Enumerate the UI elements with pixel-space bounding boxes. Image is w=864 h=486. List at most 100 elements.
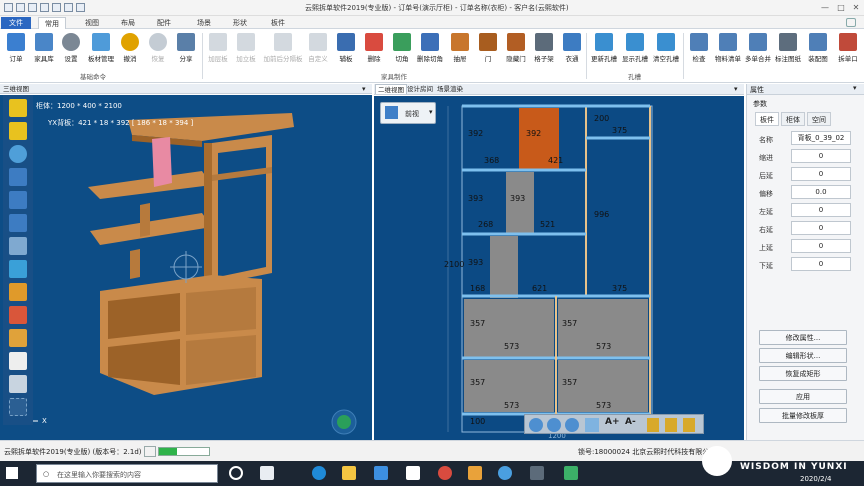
add-divider-button[interactable]: 加前后分隔板 [263,31,303,71]
grid-icon[interactable] [9,375,27,393]
lock-icon[interactable] [665,418,677,432]
app-icon[interactable] [564,466,578,480]
app-icon[interactable] [438,466,452,480]
minimize-button[interactable]: — [818,2,832,13]
lock-icon[interactable] [683,418,695,432]
tab-common[interactable]: 常用 [38,17,66,29]
add-shelf-button[interactable]: 加层板 [203,31,233,71]
edge-icon[interactable] [312,466,326,480]
close-button[interactable]: ✕ [849,2,863,13]
app-icon[interactable] [530,466,544,480]
prop-back-extend-field[interactable]: 0 [791,167,851,181]
front-view-icon[interactable] [9,260,27,278]
hanging-rail-button[interactable]: 衣通 [557,31,587,71]
tab-3d-view[interactable]: 三维视图 [1,84,31,94]
lock-icon[interactable] [647,418,659,432]
order-button[interactable]: 订单 [1,31,31,71]
chamfer-button[interactable]: 切角 [387,31,417,71]
tab-fittings[interactable]: 配件 [150,17,178,29]
share-button[interactable]: 分享 [171,31,201,71]
task-view-icon[interactable] [260,466,274,480]
prop-indent-field[interactable]: 0 [791,149,851,163]
font-increase-icon[interactable]: A+ [605,417,620,427]
tab-space-props[interactable]: 空间 [807,112,831,126]
app-icon[interactable] [498,466,512,480]
grid-rack-button[interactable]: 格子架 [529,31,559,71]
drawer-button[interactable]: 抽屉 [445,31,475,71]
prop-offset-field[interactable]: 0.0 [791,185,851,199]
taskbar-search[interactable]: ○ 在这里输入你要搜索的内容 [36,464,218,483]
delete-button[interactable]: 删除 [359,31,389,71]
hidden-door-button[interactable]: 隐藏门 [501,31,531,71]
view-3d[interactable]: 柜体：1200 * 400 * 2100 YX背板：421 * 18 * 392… [0,95,372,440]
tab-scene[interactable]: 场景 [190,17,218,29]
tab-file[interactable]: 文件 [1,17,31,29]
redo-icon[interactable] [76,3,85,12]
cabinet-3d-model[interactable] [0,95,372,440]
settings-button[interactable]: 设置 [56,31,86,71]
puzzle-add-icon[interactable] [9,122,27,140]
prop-name-field[interactable]: 背板_0_39_02 [791,131,851,145]
tab-cabinet-props[interactable]: 柜体 [781,112,805,126]
font-decrease-icon[interactable]: A- [625,417,636,427]
board-manage-button[interactable]: 板材管理 [86,31,116,71]
update-holes-button[interactable]: 更新孔槽 [589,31,619,71]
cortana-icon[interactable] [229,466,243,480]
print-icon[interactable] [52,3,61,12]
app-icon[interactable] [468,466,482,480]
furniture-library-button[interactable]: 家具库 [29,31,59,71]
save-icon[interactable] [40,3,49,12]
prop-left-extend-field[interactable]: 0 [791,203,851,217]
batch-thickness-button[interactable]: 批量修改板厚 [759,408,847,423]
puzzle-icon[interactable] [9,99,27,117]
check-button[interactable]: 检查 [684,31,714,71]
zoom-out-icon[interactable] [9,191,27,209]
show-holes-button[interactable]: 显示孔槽 [620,31,650,71]
zoom-in-icon[interactable] [9,168,27,186]
panel-dropdown-icon[interactable]: ▾ [734,85,738,93]
redo-button[interactable]: 恢复 [143,31,173,71]
tab-design-room[interactable]: 设计房间 [405,84,435,94]
custom-button[interactable]: 自定义 [303,31,333,71]
help-icon[interactable] [846,18,856,27]
windows-start-icon[interactable] [6,467,18,479]
checker-icon[interactable] [9,352,27,370]
store-icon[interactable] [374,466,388,480]
modify-props-button[interactable]: 修改属性... [759,330,847,345]
zoom-out-icon[interactable] [547,418,561,432]
panel-dropdown-icon[interactable]: ▾ [362,85,366,93]
cabinet-front-drawing[interactable] [374,96,744,440]
prop-bottom-extend-field[interactable]: 0 [791,257,851,271]
folder-icon[interactable] [342,466,356,480]
bom-button[interactable]: 物料清单 [713,31,743,71]
restore-rect-button[interactable]: 恢复成矩形 [759,366,847,381]
rotate-icon[interactable] [9,145,27,163]
tab-2d-view[interactable]: 二维视图 [375,84,407,94]
tab-board[interactable]: 板件 [264,17,292,29]
apply-button[interactable]: 应用 [759,389,847,404]
new-icon[interactable] [16,3,25,12]
edit-shape-button[interactable]: 编辑形状... [759,348,847,363]
measure-icon[interactable] [9,329,27,347]
zoom-reset-icon[interactable] [565,418,579,432]
clear-holes-button[interactable]: 清空孔槽 [651,31,681,71]
open-icon[interactable] [28,3,37,12]
select-icon[interactable] [9,398,27,416]
split-order-button[interactable]: 拆单口 [833,31,863,71]
material-icon[interactable] [9,283,27,301]
tab-layout[interactable]: 布局 [114,17,142,29]
tab-view[interactable]: 视图 [78,17,106,29]
zoom-in-icon[interactable] [529,418,543,432]
fit-icon[interactable] [585,418,599,432]
color-icon[interactable] [9,306,27,324]
panel-dropdown-icon[interactable]: ▾ [853,84,857,92]
tab-shape[interactable]: 形状 [226,17,254,29]
pan-icon[interactable] [9,237,27,255]
maximize-button[interactable]: □ [834,2,848,13]
tab-board-props[interactable]: 板件 [755,112,779,126]
dimension-drawing-button[interactable]: 标注图纸 [773,31,803,71]
delete-chamfer-button[interactable]: 删除切角 [415,31,445,71]
view-2d[interactable]: 前视 ▾ 392 392 368 421 200 375 393 393 268… [374,96,744,440]
door-button[interactable]: 门 [473,31,503,71]
aux-board-button[interactable]: 辅板 [331,31,361,71]
